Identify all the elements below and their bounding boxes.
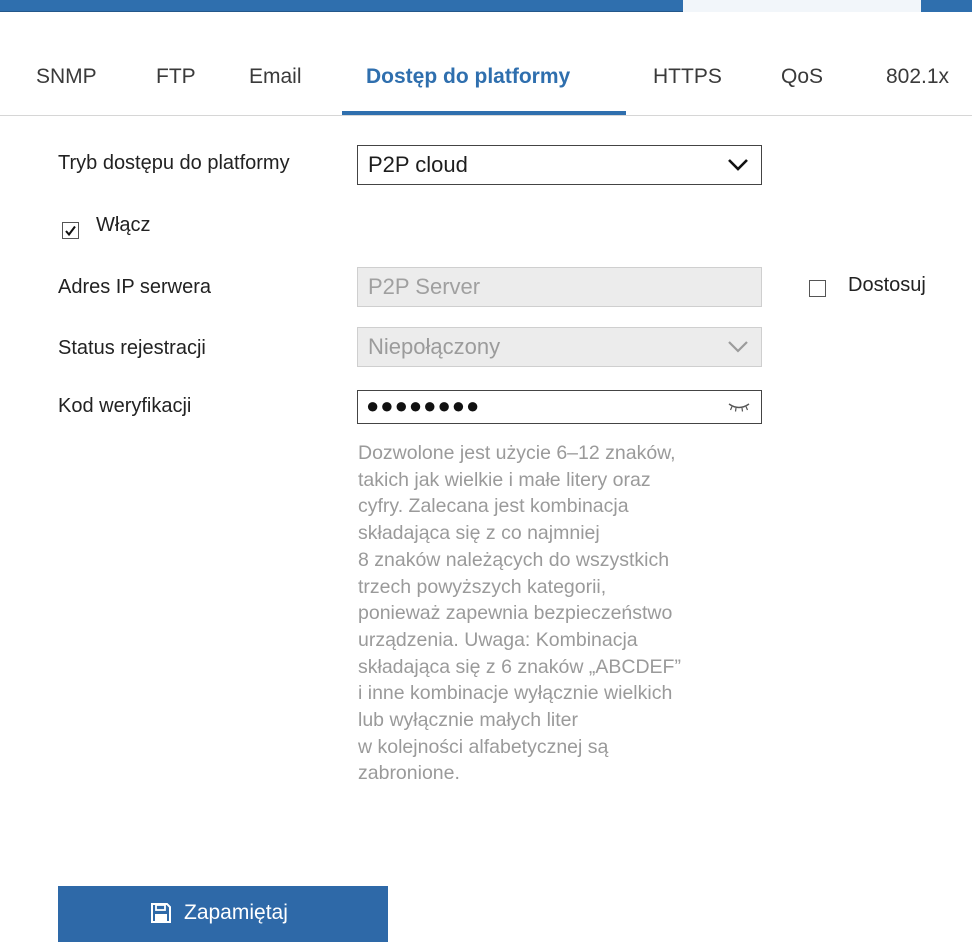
active-tab-indicator xyxy=(342,111,626,115)
hint-line: trzech powyższych kategorii, xyxy=(358,575,607,598)
save-icon xyxy=(151,903,171,923)
verification-code-value: ●●●●●●●● xyxy=(366,393,481,418)
hint-line: takich jak wielkie i małe litery oraz xyxy=(358,468,651,491)
hint-line: w kolejności alfabetycznej są xyxy=(358,735,609,758)
tab-snmp[interactable]: SNMP xyxy=(36,40,97,115)
enable-checkbox[interactable] xyxy=(62,222,79,239)
customize-label: Dostosuj xyxy=(848,274,926,296)
server-ip-label: Adres IP serwera xyxy=(58,276,212,298)
access-mode-select[interactable]: P2P cloud xyxy=(357,145,762,185)
registration-status-label: Status rejestracji xyxy=(58,337,206,359)
platform-access-page: SNMP FTP Email Dostęp do platformy HTTPS… xyxy=(0,0,972,942)
hint-line: i inne kombinacje wyłącznie wielkich xyxy=(358,682,673,705)
hint-line: lub wyłącznie małych liter xyxy=(358,709,578,732)
checkmark-icon xyxy=(65,225,76,237)
top-accent-bar-gap xyxy=(683,0,921,12)
save-button[interactable]: Zapamiętaj xyxy=(58,886,388,942)
eye-closed-icon[interactable] xyxy=(727,400,751,414)
registration-status-select[interactable]: Niepołączony xyxy=(357,327,762,367)
verification-code-label: Kod weryfikacji xyxy=(58,395,192,417)
server-ip-input[interactable]: P2P Server xyxy=(357,267,762,307)
settings-tabs: SNMP FTP Email Dostęp do platformy HTTPS… xyxy=(0,40,972,116)
top-accent-bar xyxy=(0,0,683,12)
access-mode-value: P2P cloud xyxy=(368,152,468,177)
access-mode-label: Tryb dostępu do platformy xyxy=(58,152,290,174)
tab-email[interactable]: Email xyxy=(249,40,302,115)
verification-code-input[interactable]: ●●●●●●●● xyxy=(357,390,762,424)
hint-line: składająca się z co najmniej xyxy=(358,522,600,545)
chevron-down-icon xyxy=(728,159,748,171)
hint-line: ponieważ zapewnia bezpieczeństwo xyxy=(358,602,673,625)
enable-label: Włącz xyxy=(96,214,151,236)
save-button-label: Zapamiętaj xyxy=(184,901,288,924)
password-hint: Dozwolone jest użycie 6–12 znaków, takic… xyxy=(358,440,778,787)
hint-line: Dozwolone jest użycie 6–12 znaków, xyxy=(358,442,676,464)
hint-line: składająca się z 6 znaków „ABCDEF” xyxy=(358,655,681,678)
tab-platform-access[interactable]: Dostęp do platformy xyxy=(366,40,570,115)
tab-8021x[interactable]: 802.1x xyxy=(886,40,949,115)
hint-line: zabronione. xyxy=(358,762,460,785)
customize-checkbox[interactable] xyxy=(809,280,826,297)
tab-ftp[interactable]: FTP xyxy=(156,40,196,115)
chevron-down-icon xyxy=(728,341,748,353)
hint-line: urządzenia. Uwaga: Kombinacja xyxy=(358,628,638,651)
registration-status-value: Niepołączony xyxy=(368,334,501,359)
hint-line: 8 znaków należących do wszystkich xyxy=(358,548,670,571)
hint-line: cyfry. Zalecana jest kombinacja xyxy=(358,495,629,518)
top-accent-bar-end xyxy=(921,0,972,12)
tab-qos[interactable]: QoS xyxy=(781,40,823,115)
tab-https[interactable]: HTTPS xyxy=(653,40,722,115)
